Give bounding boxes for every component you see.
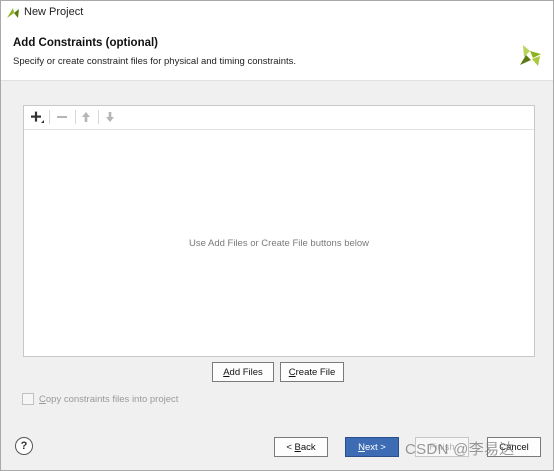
- back-button[interactable]: < Back: [274, 437, 328, 457]
- page-title: Add Constraints (optional): [13, 37, 159, 49]
- add-button[interactable]: [28, 108, 46, 126]
- wizard-header: Add Constraints (optional) Specify or cr…: [1, 25, 553, 81]
- remove-button[interactable]: [53, 108, 71, 126]
- create-file-mnemonic: C: [288, 366, 296, 378]
- next-label: ext >: [365, 441, 386, 453]
- create-file-button[interactable]: Create File: [280, 362, 344, 382]
- move-up-button[interactable]: [77, 108, 95, 126]
- csdn-watermark: CSDN @李易达: [405, 441, 515, 458]
- copy-constraints-option[interactable]: Copy constraints files into project: [22, 392, 178, 406]
- copy-constraints-label: Copy constraints files into project: [39, 393, 179, 405]
- vivado-app-icon: [7, 8, 19, 18]
- new-project-dialog: New Project Add Constraints (optional) S…: [0, 0, 554, 471]
- add-files-button[interactable]: Add Files: [212, 362, 274, 382]
- help-button[interactable]: ?: [15, 437, 33, 455]
- constraint-files-panel: Use Add Files or Create File buttons bel…: [23, 105, 535, 357]
- next-mnemonic: N: [358, 441, 365, 453]
- toolbar-separator: [75, 110, 76, 124]
- toolbar-separator: [49, 110, 50, 124]
- next-button[interactable]: Next >: [345, 437, 399, 457]
- window-title: New Project: [24, 6, 84, 18]
- move-down-button[interactable]: [101, 108, 119, 126]
- create-file-label: reate File: [295, 366, 336, 378]
- arrow-down-icon: [106, 112, 114, 122]
- copy-constraints-checkbox[interactable]: [22, 393, 34, 405]
- minus-icon: [57, 116, 67, 118]
- toolbar-separator: [98, 110, 99, 124]
- add-files-label: dd Files: [229, 366, 263, 378]
- empty-list-message: Use Add Files or Create File buttons bel…: [188, 238, 370, 249]
- arrow-up-icon: [82, 112, 90, 122]
- back-label: ack: [300, 441, 316, 453]
- vivado-logo-icon: [520, 45, 541, 66]
- page-description: Specify or create constraint files for p…: [13, 56, 297, 67]
- file-toolbar: [24, 106, 534, 130]
- title-bar: New Project: [1, 1, 553, 25]
- plus-icon: [31, 111, 44, 123]
